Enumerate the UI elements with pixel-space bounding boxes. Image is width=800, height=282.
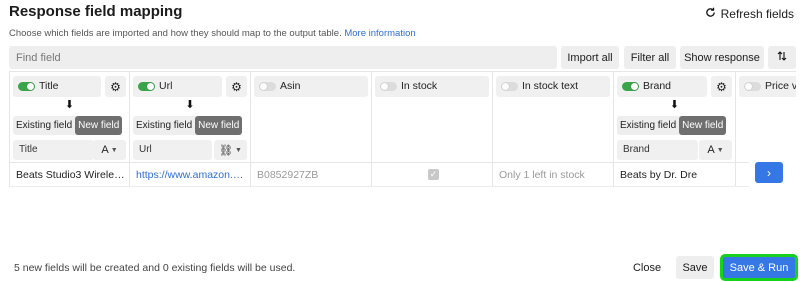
toggle-switch[interactable] <box>744 82 761 91</box>
column-name: In stock <box>401 80 438 92</box>
column-url: Url ⚙ ⬇ Existing field New field Url ⛓ ▼ … <box>130 72 251 187</box>
field-name-input[interactable]: Title <box>13 140 94 160</box>
cell-value[interactable]: Beats Studio3 Wireless Noise Cancelling <box>16 169 125 181</box>
field-mapping-grid: Title ⚙ ⬇ Existing field New field Title… <box>9 71 796 187</box>
chevron-down-icon: ▼ <box>110 146 118 154</box>
summary-text: 5 new fields will be created and 0 exist… <box>14 262 296 274</box>
divider <box>9 162 749 163</box>
chevron-down-icon: ▼ <box>235 146 242 154</box>
toggle-switch[interactable] <box>18 82 35 91</box>
subtitle: Choose which fields are imported and how… <box>9 28 416 39</box>
refresh-fields-button[interactable]: Refresh fields <box>705 7 794 21</box>
gear-icon[interactable]: ⚙ <box>105 76 126 97</box>
column-header: Asin <box>254 76 368 97</box>
filter-all-button[interactable]: Filter all <box>624 46 676 69</box>
new-field-option[interactable]: New field <box>195 116 243 135</box>
field-type-select[interactable]: ⛓ ▼ <box>214 140 247 160</box>
gear-icon[interactable]: ⚙ <box>226 76 247 97</box>
column-header: In stock text <box>496 76 610 97</box>
column-header: Title <box>13 76 101 97</box>
new-field-option[interactable]: New field <box>75 116 123 135</box>
close-button[interactable]: Close <box>625 256 669 279</box>
refresh-fields-label: Refresh fields <box>720 7 794 21</box>
cell-value[interactable]: B0852927ZB <box>257 169 367 181</box>
divider <box>9 186 749 187</box>
link-type-icon: ⛓ <box>219 144 234 157</box>
column-name: Brand <box>643 80 672 92</box>
find-field-input[interactable] <box>9 46 557 69</box>
existing-field-option[interactable]: Existing field <box>133 116 195 135</box>
checkbox[interactable]: ✓ <box>428 169 439 180</box>
subtitle-text: Choose which fields are imported and how… <box>9 28 342 39</box>
save-button[interactable]: Save <box>676 256 714 279</box>
show-response-button[interactable]: Show response <box>680 46 764 69</box>
column-name: Asin <box>280 80 301 92</box>
column-asin: Asin B0852927ZB <box>251 72 372 187</box>
refresh-icon <box>705 7 716 21</box>
field-mode-toggle: Existing field New field <box>13 116 123 135</box>
column-in-stock-text: In stock text Only 1 left in stock <box>493 72 614 187</box>
page-title: Response field mapping <box>9 3 183 20</box>
gear-icon[interactable]: ⚙ <box>711 76 732 97</box>
text-type-icon: A <box>101 144 109 156</box>
toggle-switch[interactable] <box>501 82 518 91</box>
chevron-right-icon: › <box>767 165 771 180</box>
text-type-icon: A <box>707 144 715 156</box>
save-and-run-button[interactable]: Save & Run <box>720 254 798 281</box>
field-type-select[interactable]: A ▼ <box>699 140 732 160</box>
field-name-input[interactable]: Brand <box>617 140 698 160</box>
column-name: In stock text <box>522 80 579 92</box>
import-all-button[interactable]: Import all <box>561 46 619 69</box>
column-name: Url <box>159 80 173 92</box>
cell-value[interactable]: https://www.amazon.com/ <box>136 169 246 181</box>
column-brand: Brand ⚙ ⬇ Existing field New field Brand… <box>614 72 736 187</box>
column-header: Url <box>133 76 222 97</box>
toggle-switch[interactable] <box>259 82 276 91</box>
cell-value[interactable]: Only 1 left in stock <box>499 169 609 181</box>
column-name: Price va <box>765 80 796 92</box>
existing-field-option[interactable]: Existing field <box>617 116 679 135</box>
field-mode-toggle: Existing field New field <box>133 116 243 135</box>
arrow-down-icon: ⬇ <box>185 99 195 111</box>
column-header: Price va <box>739 76 796 97</box>
existing-field-option[interactable]: Existing field <box>13 116 75 135</box>
column-header: Brand <box>617 76 707 97</box>
column-in-stock: In stock ✓ <box>372 72 493 187</box>
arrow-down-icon: ⬇ <box>669 99 680 111</box>
column-title: Title ⚙ ⬇ Existing field New field Title… <box>9 72 130 187</box>
column-name: Title <box>39 80 59 92</box>
more-information-link[interactable]: More information <box>344 28 415 39</box>
cell-value[interactable]: Beats by Dr. Dre <box>620 169 731 181</box>
next-row-button[interactable]: › <box>755 162 783 183</box>
sort-icon <box>777 51 787 64</box>
new-field-option[interactable]: New field <box>679 116 727 135</box>
toggle-switch[interactable] <box>622 82 639 91</box>
field-mode-toggle: Existing field New field <box>617 116 727 135</box>
toggle-switch[interactable] <box>380 82 397 91</box>
toggle-switch[interactable] <box>138 82 155 91</box>
field-name-input[interactable]: Url <box>133 140 212 160</box>
sort-button[interactable] <box>768 46 796 69</box>
arrow-down-icon: ⬇ <box>64 99 75 111</box>
field-type-select[interactable]: A ▼ <box>93 140 126 160</box>
column-header: In stock <box>375 76 489 97</box>
chevron-down-icon: ▼ <box>716 146 724 154</box>
